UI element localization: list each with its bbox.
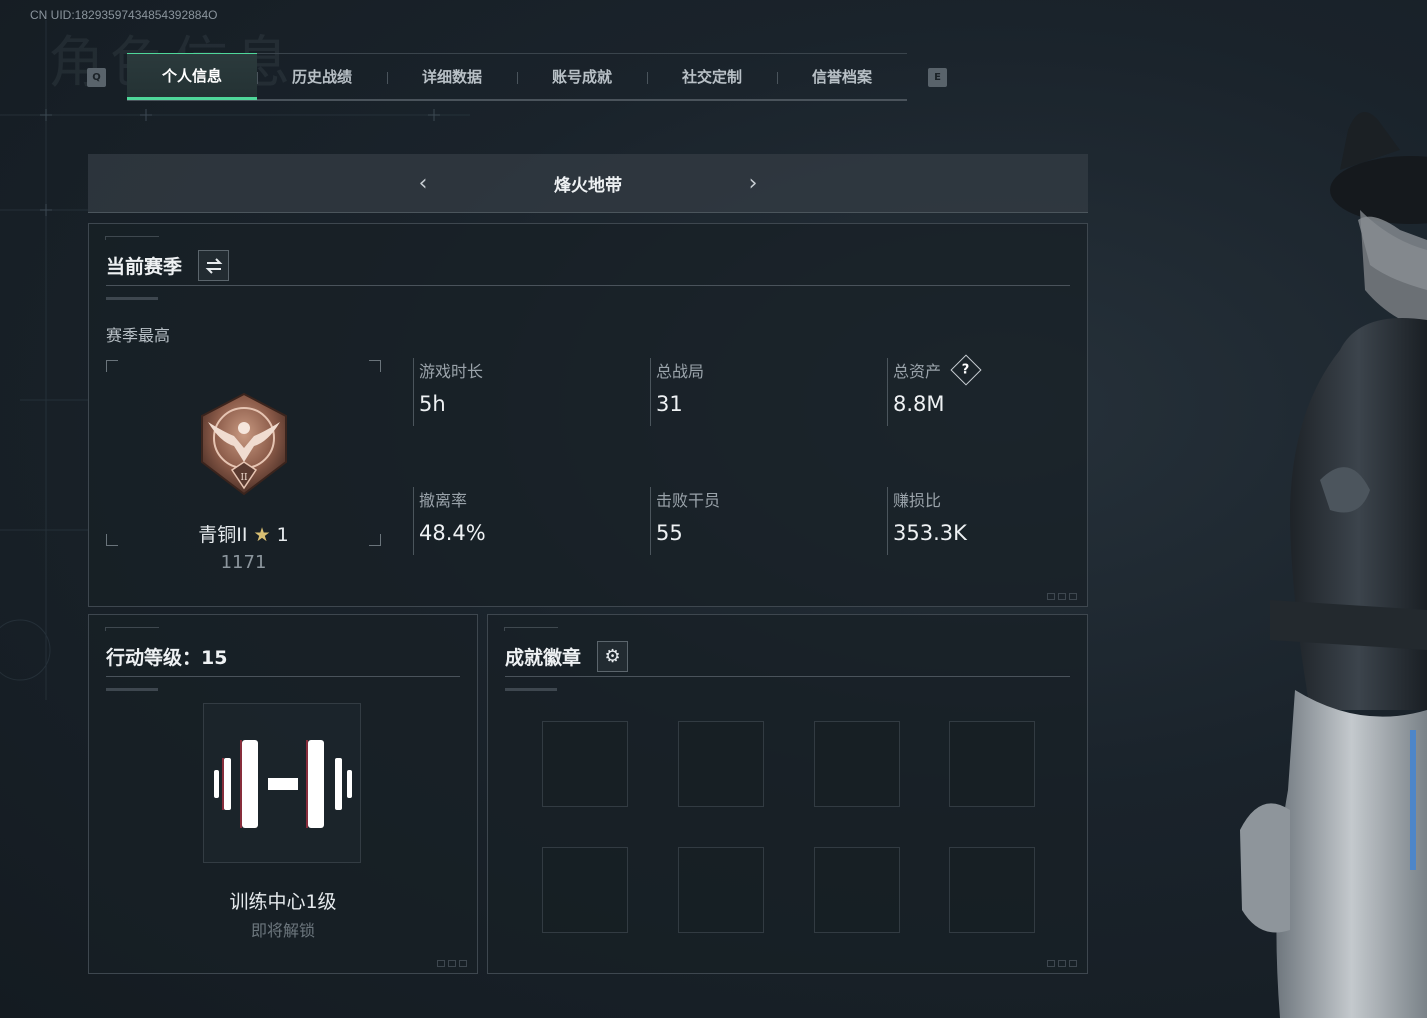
stat-value: 55 (656, 521, 683, 545)
player-uid: CN UID:18293597434854392884O (30, 8, 218, 22)
stat-label-row: 总资产 ? (893, 354, 1087, 386)
stat-value: 8.8M (893, 392, 945, 416)
season-panel-title: 当前赛季 (106, 256, 183, 278)
key-hint-e: E (928, 68, 947, 87)
tab-social-custom[interactable]: 社交定制 (647, 54, 777, 100)
mode-name: 烽火地带 (554, 175, 622, 196)
bracket-corner (369, 360, 381, 372)
tab-personal-info[interactable]: 个人信息 (127, 53, 257, 100)
season-panel-header: 当前赛季 (106, 246, 1070, 286)
stat-label: 游戏时长 (419, 362, 484, 381)
rank-name-row: 青铜II ★ 1 (106, 520, 381, 547)
tab-achievements[interactable]: 账号成就 (517, 54, 647, 100)
badge-slot[interactable] (949, 721, 1035, 807)
stat-label: 赚损比 (893, 491, 942, 510)
gear-icon: ⚙ (604, 646, 621, 667)
badge-slot[interactable] (542, 721, 628, 807)
stat-total-assets: 总资产 ? 8.8M (887, 354, 1087, 426)
corner-decoration (1047, 593, 1077, 600)
stat-value: 5h (419, 392, 446, 416)
bronze-rank-emblem-icon: II (201, 392, 287, 496)
stat-value: 48.4% (419, 521, 486, 545)
badge-settings-button[interactable]: ⚙ (597, 641, 629, 672)
corner-decoration (1047, 960, 1077, 967)
badge-slot[interactable] (949, 847, 1035, 933)
divider-mark (505, 688, 557, 691)
star-icon: ★ (253, 524, 271, 546)
switch-icon (205, 257, 222, 274)
level-panel-title: 行动等级：15 (106, 647, 228, 669)
stat-label: 总战局 (656, 362, 705, 381)
divider-mark (106, 688, 158, 691)
stat-label: 击败干员 (656, 491, 721, 510)
rank-card[interactable]: II 青铜II ★ 1 1171 (106, 360, 381, 573)
level-emblem[interactable] (203, 703, 361, 863)
stat-label: 撤离率 (419, 491, 468, 510)
season-toggle-button[interactable] (198, 250, 230, 281)
tab-reputation[interactable]: 信誉档案 (777, 54, 907, 100)
stat-total-matches: 总战局 31 (650, 358, 850, 426)
rank-stars: 1 (276, 524, 289, 546)
badge-panel-title: 成就徽章 (505, 647, 582, 669)
dumbbell-icon (214, 740, 352, 828)
badge-slot[interactable] (542, 847, 628, 933)
stat-playtime: 游戏时长 5h (413, 358, 613, 426)
chevron-right-icon[interactable]: › (738, 171, 768, 196)
stat-extract-rate: 撤离率 48.4% (413, 487, 613, 555)
corner-decoration (437, 960, 467, 967)
tab-bar: 个人信息 历史战绩 详细数据 账号成就 社交定制 信誉档案 (127, 53, 907, 101)
svg-text:II: II (240, 473, 248, 483)
stat-label: 总资产 (893, 362, 942, 381)
bracket-corner (106, 360, 118, 372)
chevron-left-icon[interactable]: ‹ (408, 171, 438, 196)
badge-slot[interactable] (814, 847, 900, 933)
badge-slot[interactable] (678, 721, 764, 807)
panel-tag-decoration (105, 236, 159, 240)
panel-tag-decoration (504, 627, 558, 631)
rank-score: 1171 (220, 552, 267, 573)
key-hint-q: Q (87, 68, 106, 87)
season-best-label: 赛季最高 (106, 326, 171, 345)
badge-slot[interactable] (678, 847, 764, 933)
stat-profit-loss-ratio: 赚损比 353.3K (887, 487, 1087, 555)
season-panel: 当前赛季 赛季最高 II 青铜II ★ 1 1171 游戏时长 5h 总战局 3… (88, 223, 1088, 607)
mode-selector: ‹ 烽火地带 › (88, 154, 1088, 213)
badge-panel-header: 成就徽章 ⚙ (505, 637, 1070, 677)
help-icon[interactable]: ? (950, 354, 982, 386)
tab-detailed-data[interactable]: 详细数据 (387, 54, 517, 100)
level-status: 即将解锁 (250, 921, 315, 940)
divider-mark (106, 297, 158, 300)
level-panel: 行动等级：15 训练中心1级 即将解锁 (88, 614, 478, 974)
tab-match-history[interactable]: 历史战绩 (257, 54, 387, 100)
rank-name: 青铜II (198, 524, 248, 546)
level-panel-header: 行动等级：15 (106, 637, 460, 677)
level-name: 训练中心1级 (229, 891, 337, 913)
help-glyph: ? (962, 362, 970, 378)
stat-operators-defeated: 击败干员 55 (650, 487, 850, 555)
stat-value: 31 (656, 392, 683, 416)
operator-character-model (1240, 112, 1427, 1018)
badge-slot[interactable] (814, 721, 900, 807)
stat-value: 353.3K (893, 521, 967, 545)
badge-panel: 成就徽章 ⚙ (487, 614, 1088, 974)
panel-tag-decoration (105, 627, 159, 631)
